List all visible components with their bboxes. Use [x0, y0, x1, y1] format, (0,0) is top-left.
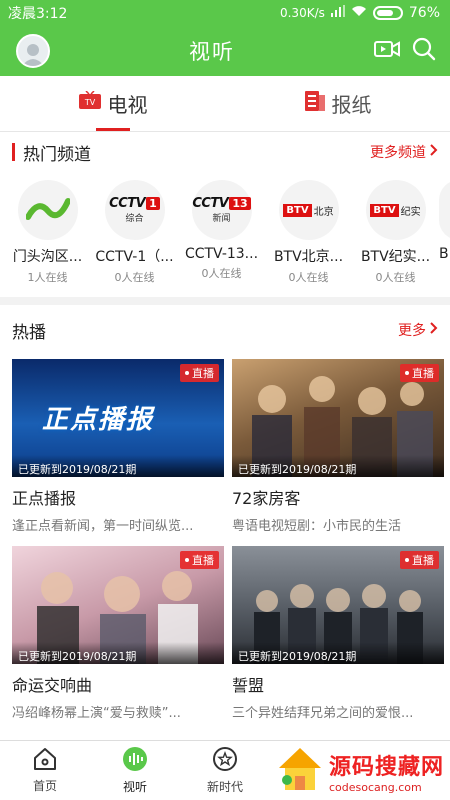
- audio-wave-icon: [122, 746, 148, 775]
- program-desc: 三个异姓结拜兄弟之间的爱恨...: [232, 706, 414, 721]
- btv-jishi-logo: BTV 纪实: [365, 180, 426, 240]
- update-info: 已更新到2019/08/21期: [232, 642, 444, 664]
- cctv1-logo: CCTV 1 综合: [104, 180, 165, 240]
- channel-item[interactable]: BTV 纪实 BTV纪实... 0人在线: [352, 180, 439, 285]
- tv-icon: TV: [78, 90, 102, 116]
- program-thumbnail: 正点播报 直播 已更新到2019/08/21期: [12, 359, 224, 477]
- program-title: 72家房客: [232, 489, 301, 508]
- newspaper-icon: [304, 90, 326, 117]
- channel-item[interactable]: B: [439, 180, 450, 285]
- update-info: 已更新到2019/08/21期: [12, 455, 224, 477]
- live-badge: 直播: [180, 364, 219, 382]
- app-header: 视听: [0, 26, 450, 76]
- wifi-icon: [351, 5, 367, 21]
- tab-tv-label: 电视: [107, 93, 148, 117]
- nav-new-era[interactable]: 新时代: [180, 741, 270, 800]
- category-tabs: TV 电视 报纸: [0, 76, 450, 132]
- watermark-url: codesocang.com: [328, 780, 422, 794]
- chevron-right-icon: [430, 322, 438, 338]
- channel-list: 门头沟区... 1人在线 CCTV 1 综合 CCTV-1（... 0人在线 CC…: [0, 172, 450, 297]
- channel-item[interactable]: BTV 北京 BTV北京... 0人在线: [265, 180, 352, 285]
- program-title: 命运交响曲: [12, 676, 93, 695]
- thumbnail-title: 正点播报: [42, 405, 155, 435]
- cctv13-logo: CCTV 13 新闻: [191, 180, 252, 240]
- live-badge: 直播: [400, 551, 439, 569]
- program-card[interactable]: 正点播报 直播 已更新到2019/08/21期 正点播报 逢正点看新闻，第一时间…: [12, 359, 224, 534]
- channel-item[interactable]: CCTV 13 新闻 CCTV-13... 0人在线: [178, 180, 265, 285]
- hot-channels-title: 热门频道: [23, 144, 91, 165]
- battery-percent: 76%: [408, 5, 440, 21]
- top-bar: 凌晨3:12 0.30K/s 76% 视听: [0, 0, 450, 76]
- section-marker: [12, 143, 15, 161]
- live-badge: 直播: [400, 364, 439, 382]
- program-thumbnail: 直播 已更新到2019/08/21期: [232, 546, 444, 664]
- watermark-title: 源码搜藏网: [328, 754, 444, 780]
- watermark: 源码搜藏网 codesocang.com: [275, 744, 444, 798]
- search-icon[interactable]: [412, 37, 436, 65]
- bottom-nav: 首页 视听 新时代 源码搜藏网 codesocang.com: [0, 740, 450, 800]
- channel-item[interactable]: 门头沟区... 1人在线: [4, 180, 91, 285]
- update-info: 已更新到2019/08/21期: [12, 642, 224, 664]
- program-desc: 逢正点看新闻，第一时间纵览...: [12, 519, 194, 534]
- battery-icon: [372, 6, 403, 20]
- update-info: 已更新到2019/08/21期: [232, 455, 444, 477]
- btv-partial-logo: [439, 180, 450, 240]
- program-desc: 粤语电视短剧：小市民的生活: [232, 519, 402, 534]
- nav-home[interactable]: 首页: [0, 741, 90, 800]
- hot-play-section: 热播 更多 正点播报 直播 已更新到2019/08/21期 正点播报 逢正点看新…: [0, 305, 450, 747]
- channel-item[interactable]: CCTV 1 综合 CCTV-1（... 0人在线: [91, 180, 178, 285]
- live-badge: 直播: [180, 551, 219, 569]
- more-channels-link[interactable]: 更多频道: [370, 142, 438, 162]
- hot-channels-section: 热门频道 更多频道 门头沟区... 1人在线 CCTV 1 综合 CCTV-1（.…: [0, 132, 450, 297]
- hot-play-title: 热播: [12, 322, 46, 343]
- program-title: 誓盟: [232, 676, 265, 695]
- tab-newspaper[interactable]: 报纸: [225, 76, 450, 131]
- program-card[interactable]: 直播 已更新到2019/08/21期 命运交响曲 冯绍峰杨幂上演“爱与救赎”..…: [12, 546, 224, 721]
- page-title: 视听: [189, 40, 235, 64]
- star-icon: [212, 746, 238, 775]
- signal-icon: [330, 5, 345, 21]
- program-card[interactable]: 直播 已更新到2019/08/21期 72家房客 粤语电视短剧：小市民的生活: [232, 359, 444, 534]
- program-desc: 冯绍峰杨幂上演“爱与救赎”...: [12, 706, 181, 721]
- chevron-right-icon: [430, 144, 438, 160]
- status-time: 凌晨3:12: [8, 6, 68, 22]
- svg-text:TV: TV: [83, 98, 95, 107]
- more-link[interactable]: 更多: [398, 320, 438, 340]
- home-icon: [32, 747, 58, 774]
- tab-newspaper-label: 报纸: [331, 93, 372, 117]
- house-logo-icon: [275, 744, 325, 798]
- program-card[interactable]: 直播 已更新到2019/08/21期 誓盟 三个异姓结拜兄弟之间的爱恨...: [232, 546, 444, 721]
- program-title: 正点播报: [12, 489, 77, 508]
- avatar[interactable]: [16, 34, 50, 68]
- program-thumbnail: 直播 已更新到2019/08/21期: [232, 359, 444, 477]
- tab-tv[interactable]: TV 电视: [0, 76, 225, 131]
- program-grid: 正点播报 直播 已更新到2019/08/21期 正点播报 逢正点看新闻，第一时间…: [0, 355, 450, 721]
- mentougou-logo: [17, 180, 78, 240]
- btv-beijing-logo: BTV 北京: [278, 180, 339, 240]
- network-speed: 0.30K/s: [279, 6, 325, 20]
- video-camera-icon[interactable]: [374, 38, 400, 64]
- program-thumbnail: 直播 已更新到2019/08/21期: [12, 546, 224, 664]
- nav-audiovisual[interactable]: 视听: [90, 741, 180, 800]
- status-bar: 凌晨3:12 0.30K/s 76%: [0, 0, 450, 26]
